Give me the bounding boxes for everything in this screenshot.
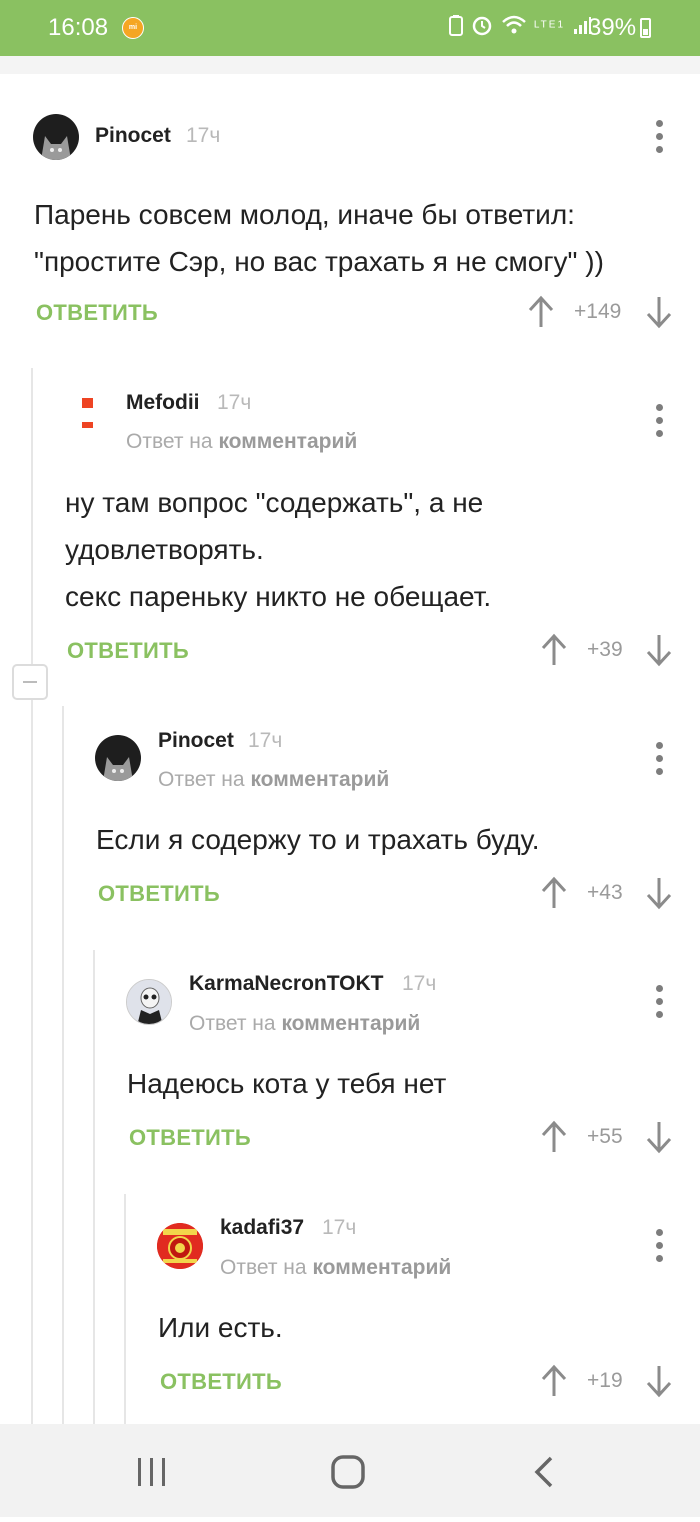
reply-button[interactable]: ОТВЕТИТЬ bbox=[36, 300, 158, 326]
recent-apps-icon bbox=[138, 1458, 165, 1486]
avatar[interactable] bbox=[33, 114, 79, 160]
reply-to-link[interactable]: комментарий bbox=[281, 1012, 420, 1035]
comment-author[interactable]: KarmaNecronTOKT bbox=[189, 972, 384, 996]
downvote-arrow-icon[interactable] bbox=[645, 1120, 673, 1154]
upvote-arrow-icon[interactable] bbox=[527, 295, 555, 329]
reply-to-link[interactable]: комментарий bbox=[218, 430, 357, 453]
home-icon bbox=[331, 1455, 365, 1489]
upvote-arrow-icon[interactable] bbox=[540, 1364, 568, 1398]
comment-text-line: Надеюсь кота у тебя нет bbox=[127, 1068, 447, 1099]
comment-text: Надеюсь кота у тебя нет bbox=[127, 1060, 446, 1107]
wifi-icon bbox=[501, 15, 526, 34]
top-divider bbox=[0, 56, 700, 74]
comment-text-line: удовлетворять. bbox=[65, 534, 264, 565]
rating-count: +43 bbox=[587, 881, 623, 904]
mefodii-logo-icon bbox=[82, 398, 93, 428]
comment-text-line: ну там вопрос "содержать", а не bbox=[65, 487, 484, 518]
comment-text: Или есть. bbox=[158, 1304, 283, 1351]
comment-time: 17ч bbox=[217, 391, 252, 414]
cat-avatar-image bbox=[103, 757, 133, 781]
comment-time: 17ч bbox=[322, 1216, 357, 1239]
cat-avatar-image bbox=[41, 136, 71, 160]
thread-line-2 bbox=[62, 706, 64, 1424]
reply-to-label: Ответ на комментарий bbox=[189, 1012, 421, 1035]
more-options-icon[interactable] bbox=[654, 120, 664, 154]
reply-button[interactable]: ОТВЕТИТЬ bbox=[98, 881, 220, 907]
alarm-icon bbox=[473, 16, 492, 36]
thread-line-4 bbox=[124, 1194, 126, 1424]
reply-button[interactable]: ОТВЕТИТЬ bbox=[67, 638, 189, 664]
comment-text-line: секс пареньку никто не обещает. bbox=[65, 581, 492, 612]
more-options-icon[interactable] bbox=[654, 742, 664, 776]
upvote-arrow-icon[interactable] bbox=[540, 876, 568, 910]
downvote-arrow-icon[interactable] bbox=[645, 1364, 673, 1398]
comment-text-line: Если я содержу то и трахать буду. bbox=[96, 824, 540, 855]
more-options-icon[interactable] bbox=[654, 985, 664, 1019]
comment-text: Парень совсем молод, иначе бы ответил: "… bbox=[34, 191, 604, 285]
comment-text-line: "простите Сэр, но вас трахать я не смогу… bbox=[34, 246, 604, 277]
comment-text-line: Или есть. bbox=[158, 1312, 283, 1343]
rating-count: +149 bbox=[574, 300, 622, 323]
system-navigation-bar bbox=[0, 1424, 700, 1517]
comment-time: 17ч bbox=[186, 124, 221, 147]
rating-count: +19 bbox=[587, 1369, 623, 1392]
avatar[interactable] bbox=[95, 735, 141, 781]
battery-saver-icon bbox=[449, 15, 463, 36]
emblem-avatar-image bbox=[157, 1223, 203, 1269]
reply-to-label: Ответ на комментарий bbox=[220, 1256, 452, 1279]
reply-to-link[interactable]: комментарий bbox=[250, 768, 389, 791]
comment-text-line: Парень совсем молод, иначе бы ответил: bbox=[34, 199, 575, 230]
downvote-arrow-icon[interactable] bbox=[645, 295, 673, 329]
comment-author[interactable]: Pinocet bbox=[95, 124, 171, 148]
recent-apps-button[interactable] bbox=[112, 1424, 192, 1517]
collapse-thread-button[interactable] bbox=[12, 664, 48, 700]
status-icons: LTE1 bbox=[448, 14, 592, 36]
reply-to-label: Ответ на комментарий bbox=[126, 430, 358, 453]
more-options-icon[interactable] bbox=[654, 404, 664, 438]
comment-time: 17ч bbox=[402, 972, 437, 995]
comment-author[interactable]: Mefodii bbox=[126, 391, 200, 415]
comment-author[interactable]: kadafi37 bbox=[220, 1216, 304, 1240]
avatar[interactable] bbox=[157, 1223, 203, 1269]
reply-to-link[interactable]: комментарий bbox=[312, 1256, 451, 1279]
avatar[interactable] bbox=[64, 382, 110, 428]
thread-line-3 bbox=[93, 950, 95, 1424]
avatar[interactable] bbox=[126, 979, 172, 1025]
skull-avatar-image bbox=[127, 980, 171, 1024]
rating-count: +39 bbox=[587, 638, 623, 661]
thread-line-1 bbox=[31, 368, 33, 1424]
reply-button[interactable]: ОТВЕТИТЬ bbox=[160, 1369, 282, 1395]
upvote-arrow-icon[interactable] bbox=[540, 1120, 568, 1154]
more-options-icon[interactable] bbox=[654, 1229, 664, 1263]
status-time: 16:08 bbox=[48, 14, 109, 41]
comment-author[interactable]: Pinocet bbox=[158, 729, 234, 753]
mi-notification-icon: mi bbox=[122, 17, 144, 39]
comment-text: Если я содержу то и трахать буду. bbox=[96, 816, 540, 863]
battery-icon bbox=[640, 18, 651, 38]
upvote-arrow-icon[interactable] bbox=[540, 633, 568, 667]
reply-to-label: Ответ на комментарий bbox=[158, 768, 390, 791]
status-bar: 16:08 mi LTE1 39% bbox=[0, 0, 700, 56]
home-button[interactable] bbox=[308, 1424, 388, 1517]
rating-count: +55 bbox=[587, 1125, 623, 1148]
battery-percent: 39% bbox=[588, 14, 637, 41]
back-icon bbox=[534, 1456, 553, 1488]
downvote-arrow-icon[interactable] bbox=[645, 876, 673, 910]
lte-label: LTE1 bbox=[533, 19, 566, 31]
downvote-arrow-icon[interactable] bbox=[645, 633, 673, 667]
comment-time: 17ч bbox=[248, 729, 283, 752]
comment-text: ну там вопрос "содержать", а не удовлетв… bbox=[65, 479, 491, 620]
reply-button[interactable]: ОТВЕТИТЬ bbox=[129, 1125, 251, 1151]
back-button[interactable] bbox=[504, 1424, 584, 1517]
